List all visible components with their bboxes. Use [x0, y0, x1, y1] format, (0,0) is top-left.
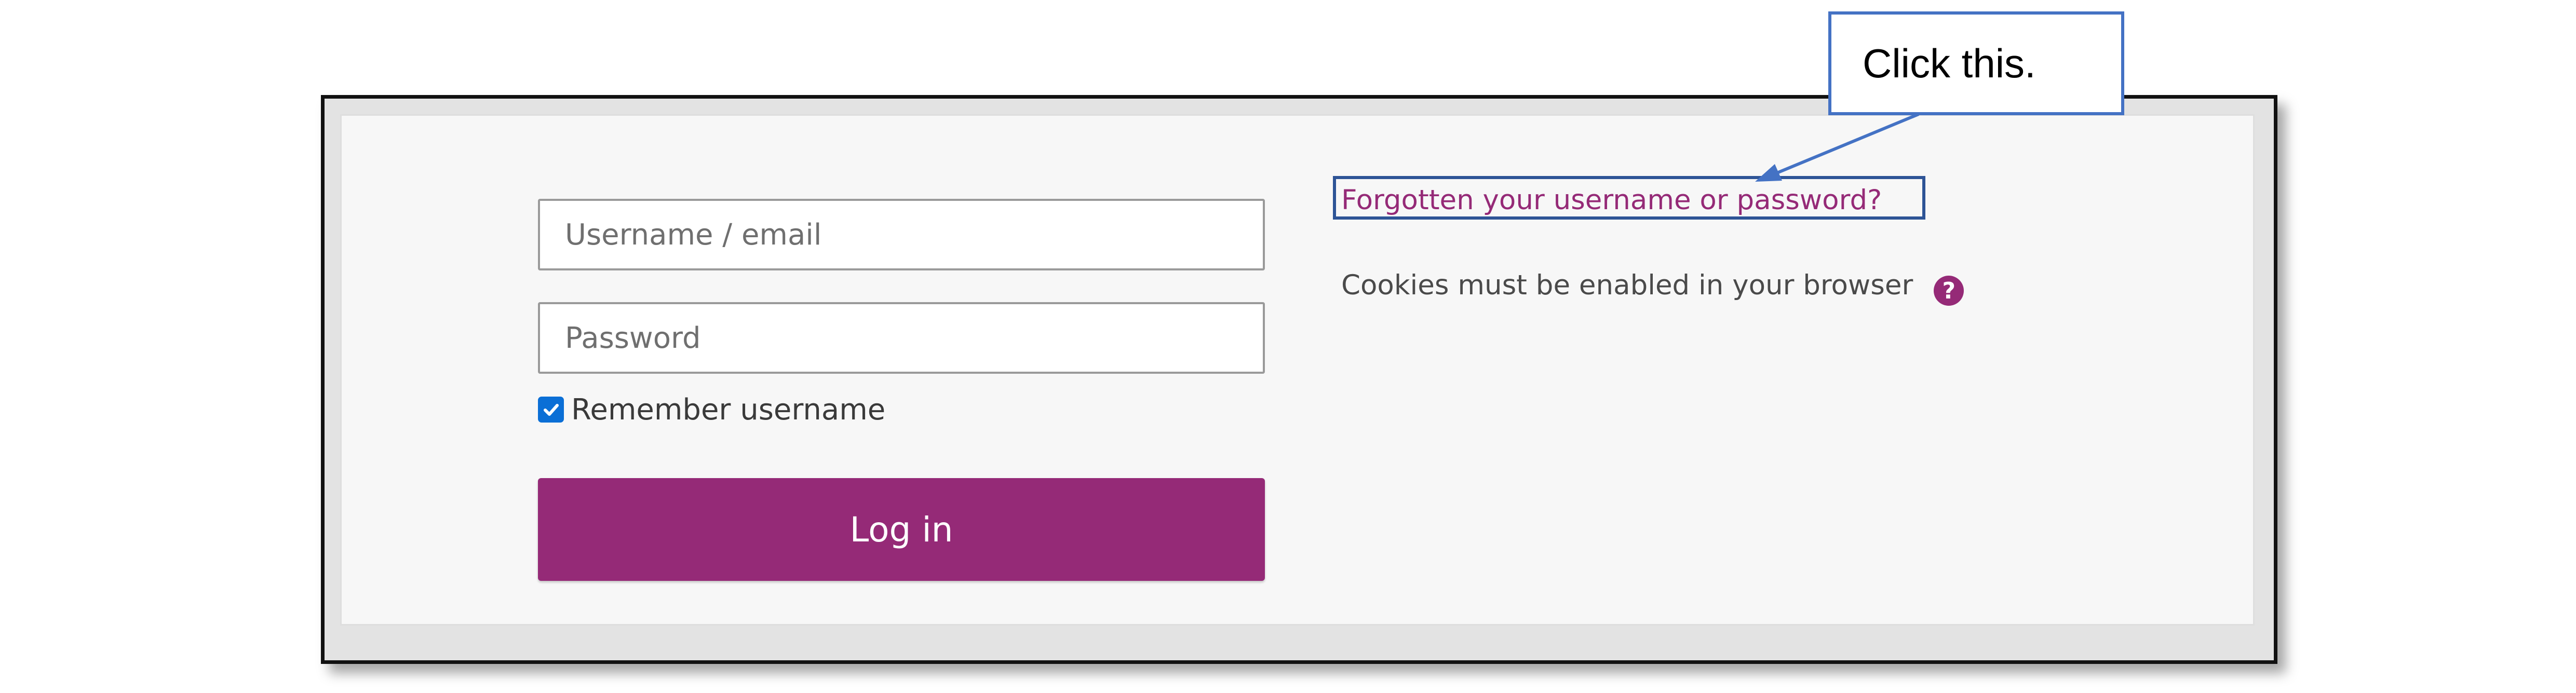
checkmark-icon: [544, 404, 559, 416]
remember-label: Remember username: [571, 392, 886, 427]
remember-username[interactable]: Remember username: [538, 391, 885, 428]
cookies-notice-text: Cookies must be enabled in your browser: [1341, 269, 1913, 301]
login-panel: Remember username Log in Forgotten your …: [340, 114, 2255, 626]
username-input[interactable]: [538, 199, 1265, 270]
help-icon[interactable]: ?: [1934, 276, 1964, 306]
forgot-link-highlight: [1333, 176, 1925, 220]
login-button[interactable]: Log in: [538, 478, 1265, 581]
screenshot-frame: Remember username Log in Forgotten your …: [321, 95, 2277, 664]
callout-text: Click this.: [1863, 40, 2036, 86]
cookies-notice: Cookies must be enabled in your browser …: [1341, 264, 1964, 306]
password-input[interactable]: [538, 302, 1265, 374]
remember-checkbox[interactable]: [538, 397, 564, 423]
annotation-callout: Click this.: [1828, 11, 2124, 115]
